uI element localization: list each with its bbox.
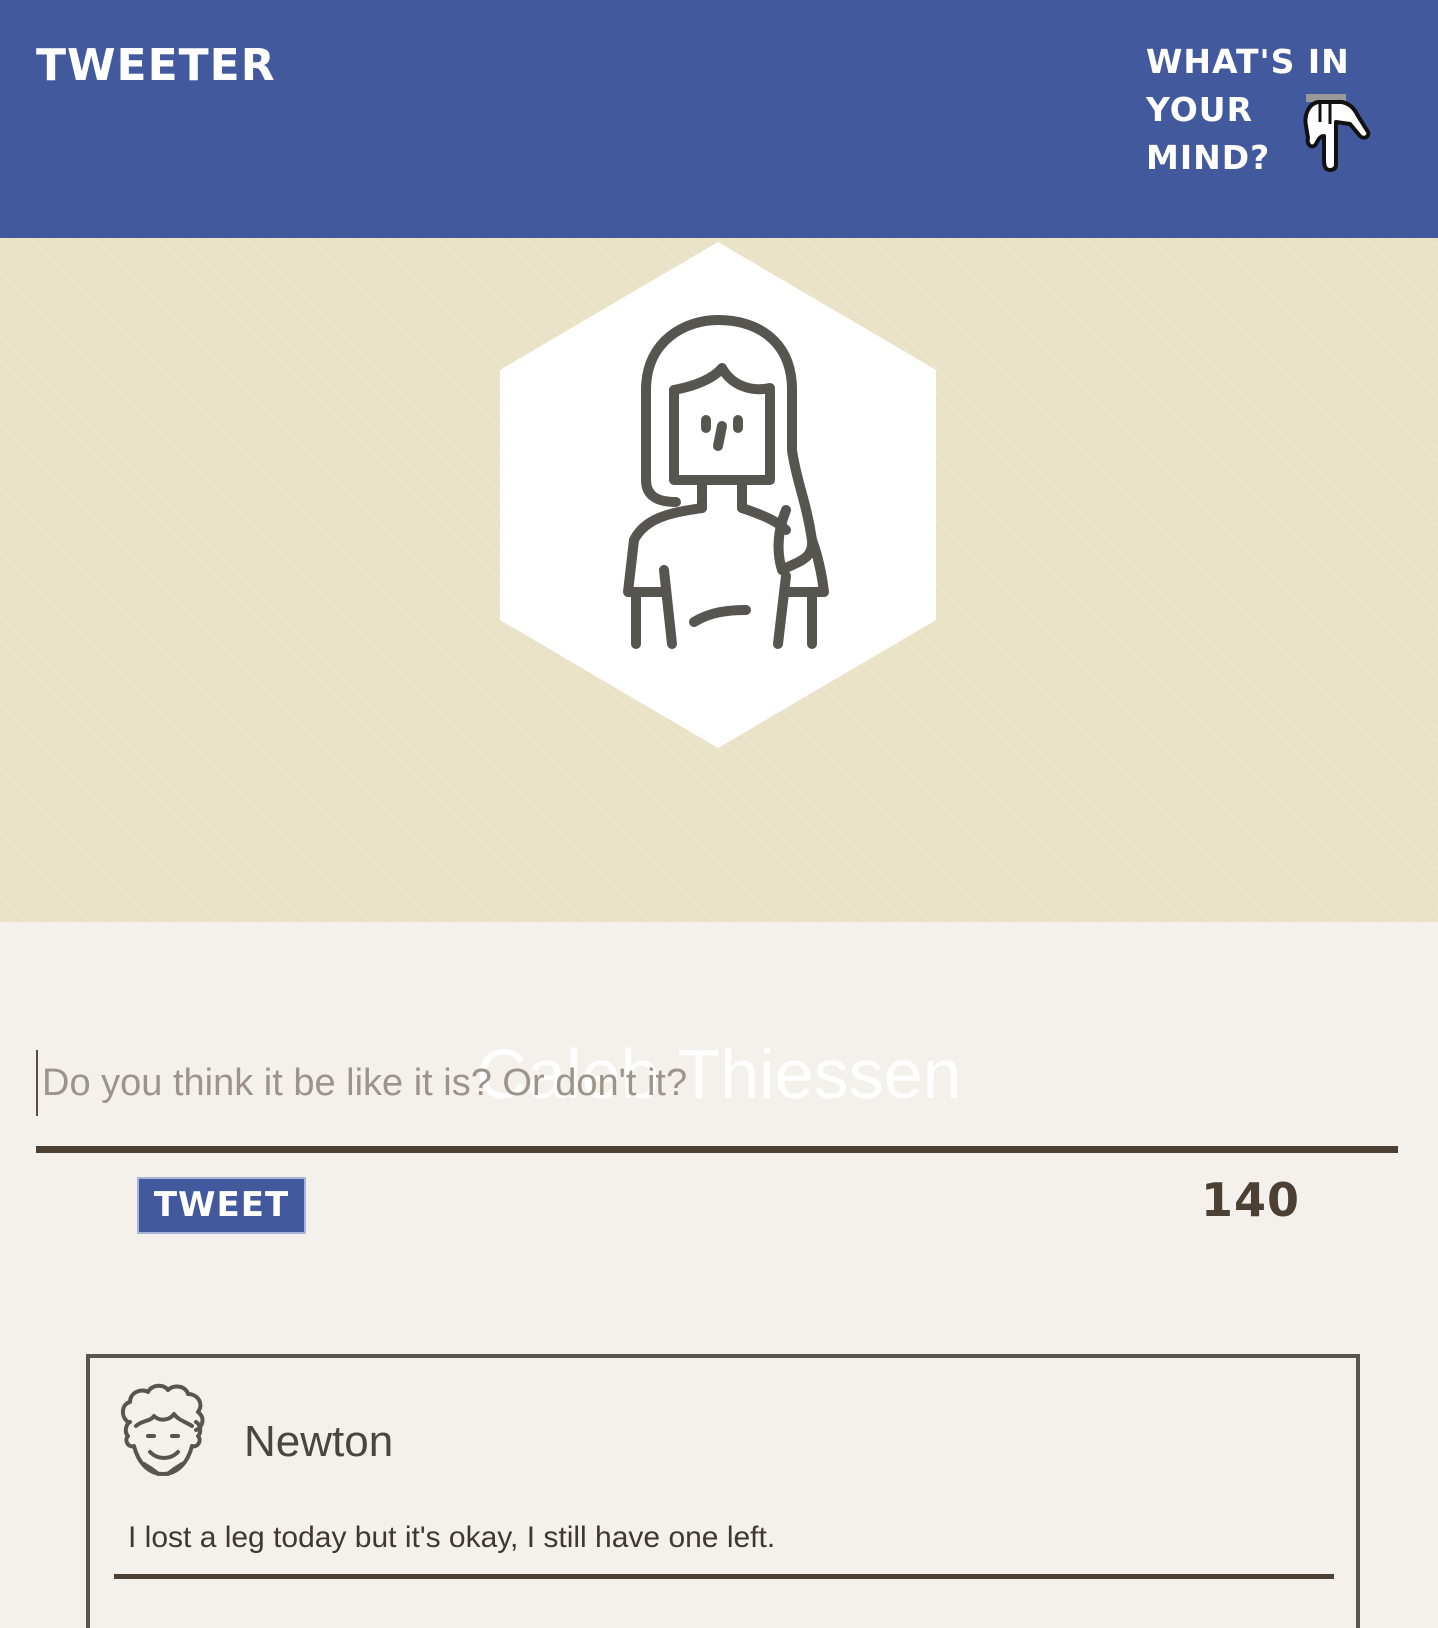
pointing-hand-icon (1303, 94, 1371, 172)
brand-logo[interactable]: TWEETER (36, 40, 276, 92)
tweet-text: I lost a leg today but it's okay, I stil… (128, 1521, 776, 1554)
compose-underline (36, 1146, 1398, 1153)
tweet-card: Newton I lost a leg today but it's okay,… (86, 1354, 1360, 1628)
curly-hair-avatar-icon (121, 1383, 205, 1476)
profile-avatar (500, 242, 936, 748)
profile-banner: Caleb Thiessen (0, 238, 1438, 1113)
prompt-line: WHAT'S IN (1146, 42, 1350, 81)
tweet-author[interactable]: Newton (244, 1416, 393, 1468)
tweet-divider (114, 1574, 1334, 1579)
tweet-compose-input[interactable] (36, 1050, 1400, 1116)
tweet-button[interactable]: TWEET (137, 1177, 306, 1234)
top-bar: TWEETER WHAT'S IN YOUR MIND? (0, 0, 1438, 238)
character-counter: 140 (1200, 1173, 1300, 1227)
